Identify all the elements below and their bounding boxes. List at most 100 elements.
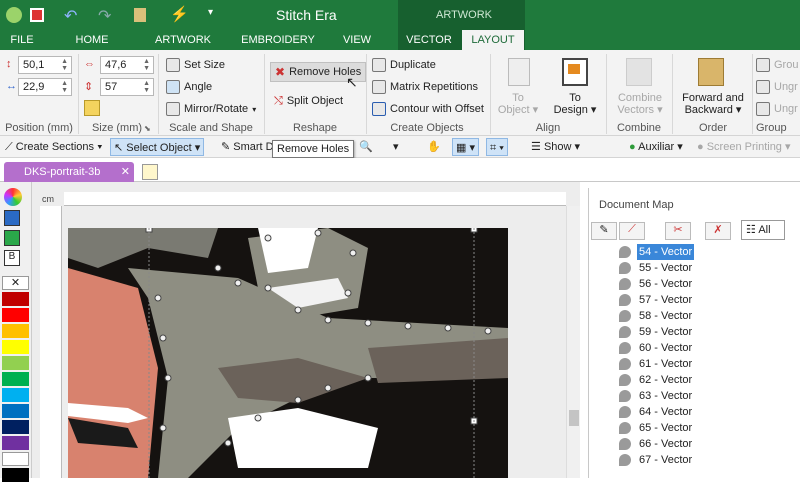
filter-scissors-icon[interactable]: ✂ [665,222,691,240]
grid-toggle-icon[interactable]: ▦ ▾ [452,138,479,156]
list-item[interactable]: 66 - Vector [619,436,694,452]
combine-vectors-icon [626,58,652,86]
separator [78,54,79,134]
pan-hand-icon[interactable]: ✋ [424,138,444,156]
zoom-area-icon[interactable]: ▾ [390,138,402,156]
tab-file[interactable]: FILE [0,30,44,50]
tab-home[interactable]: HOME [66,30,118,50]
align-to-design-button[interactable]: To Design ▾ [552,92,598,116]
zoom-icon[interactable]: 🔍 [356,138,376,156]
lightning-icon[interactable]: ⚡ [170,5,189,23]
redo-icon[interactable]: ↷ [98,6,111,26]
color-swatch[interactable] [2,420,29,434]
color-swatch[interactable] [2,388,29,402]
filter-brush-icon[interactable]: ⟋ [619,222,645,240]
vertical-scrollbar[interactable] [566,206,580,478]
color-swatch[interactable] [2,292,29,306]
color-wheel-icon[interactable] [4,188,22,206]
duplicate-button[interactable]: Duplicate [372,56,436,74]
save-icon[interactable] [30,8,44,22]
mirror-rotate-button[interactable]: Mirror/Rotate ▾ [166,100,256,118]
separator [490,54,491,134]
background-tool-icon[interactable]: B [4,250,20,266]
list-item[interactable]: 60 - Vector [619,340,694,356]
combine-vectors-button[interactable]: Combine Vectors ▾ [610,92,670,116]
size-height-field[interactable]: 57 ▲ ▼ [100,78,154,96]
list-item[interactable]: 65 - Vector [619,420,694,436]
list-item[interactable]: 63 - Vector [619,388,694,404]
tab-artwork[interactable]: ARTWORK [150,30,216,50]
list-item[interactable]: 64 - Vector [619,404,694,420]
list-item[interactable]: 56 - Vector [619,276,694,292]
angle-button[interactable]: Angle [166,78,212,96]
set-size-button[interactable]: Set Size [166,56,225,74]
secondary-toolbar: ⟋ Create Sections ▾ ↖ Select Object ▾ ✎ … [0,136,800,158]
pen-tool-icon[interactable] [4,230,20,246]
auxiliar-button[interactable]: ● Auxiliar ▾ [626,138,686,156]
create-sections-button[interactable]: ⟋ Create Sections ▾ [2,138,105,156]
set-size-icon [166,58,180,72]
group-button[interactable]: Grou [756,56,798,74]
tab-view[interactable]: VIEW [338,30,376,50]
color-swatch[interactable] [2,324,29,338]
document-tab[interactable]: DKS-portrait-3b ✕ [4,162,134,182]
list-item-label: 58 - Vector [639,310,693,322]
vector-object-icon [619,246,631,258]
show-button[interactable]: ☰ Show ▾ [528,138,583,156]
position-x-field[interactable]: 50,1 ▲ ▼ [18,56,72,74]
dialog-launcher-icon[interactable]: ⬊ [144,124,151,133]
color-swatch[interactable] [2,340,29,354]
quick-access-dropdown-icon[interactable]: ▾ [208,7,213,18]
fill-tool-icon[interactable] [4,210,20,226]
list-item[interactable]: 62 - Vector [619,372,694,388]
list-item[interactable]: 67 - Vector [619,452,694,468]
list-item[interactable]: 61 - Vector [619,356,694,372]
tab-embroidery[interactable]: EMBROIDERY [240,30,316,50]
remove-holes-icon: ✖ [275,65,286,79]
lock-icon[interactable] [84,100,100,116]
snap-toggle-icon[interactable]: ⌗ ▾ [486,138,508,156]
document-map-title: Document Map [599,199,674,211]
list-item[interactable]: 54 - Vector [619,244,695,260]
list-item-label: 56 - Vector [639,278,693,290]
list-item-label: 57 - Vector [639,294,693,306]
matrix-repetitions-button[interactable]: Matrix Repetitions [372,78,478,96]
contour-offset-button[interactable]: Contour with Offset [372,100,484,118]
document-map-panel: Document Map ✎ ⟋ ✂ ✗ ☷ All 54 - Vector 55… [588,188,800,478]
list-item-label: 61 - Vector [639,358,693,370]
tab-vector[interactable]: VECTOR [400,30,458,50]
scroll-thumb[interactable] [569,410,579,426]
forward-backward-button[interactable]: Forward and Backward ▾ [678,92,748,116]
select-object-button[interactable]: ↖ Select Object ▾ [110,138,205,156]
clipboard-icon[interactable] [134,8,146,22]
size-width-field[interactable]: 47,6 ▲ ▼ [100,56,154,74]
list-item[interactable]: 55 - Vector [619,260,694,276]
color-swatch[interactable] [2,452,29,466]
list-item[interactable]: 58 - Vector [619,308,694,324]
smart-design-button[interactable]: ✎ Smart D [218,138,277,156]
color-swatch[interactable] [2,372,29,386]
filter-all-tab[interactable]: ☷ All [741,220,785,240]
filter-needle-icon[interactable]: ✗ [705,222,731,240]
align-to-object-button[interactable]: To Object ▾ [496,92,540,116]
color-swatch[interactable] [2,356,29,370]
ungroup-button[interactable]: Ungr [756,78,798,96]
artwork-image[interactable] [68,228,508,478]
undo-icon[interactable]: ↶ [64,6,77,26]
ungroup-all-button[interactable]: Ungr [756,100,798,118]
matrix-icon [372,80,386,94]
color-swatch[interactable] [2,468,29,482]
position-y-field[interactable]: 22,9 ▲ ▼ [18,78,72,96]
color-swatch[interactable] [2,436,29,450]
split-object-button[interactable]: ⤭ Split Object [274,92,343,110]
list-item[interactable]: 59 - Vector [619,324,694,340]
new-document-icon[interactable] [142,164,158,180]
color-swatch[interactable] [2,404,29,418]
filter-pen-icon[interactable]: ✎ [591,222,617,240]
tab-layout[interactable]: LAYOUT [462,30,524,50]
color-swatch[interactable] [2,308,29,322]
close-icon[interactable]: ✕ [121,162,130,182]
no-color-swatch[interactable]: ✕ [2,276,29,290]
screen-printing-button[interactable]: ● Screen Printing ▾ [694,138,794,156]
list-item[interactable]: 57 - Vector [619,292,694,308]
